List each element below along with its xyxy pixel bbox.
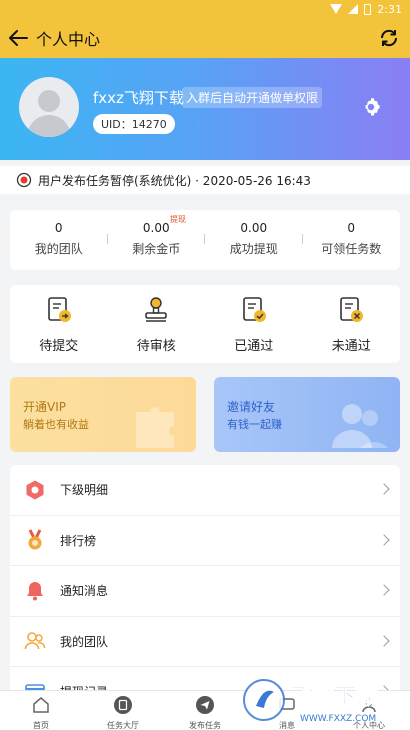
menu-item-notifications[interactable]: 通知消息 [10,566,400,617]
status-time: 2:31 [377,2,402,16]
message-icon [279,698,295,710]
withdraw-link[interactable]: 提现 [170,214,186,225]
stat-label: 我的团队 [34,242,83,256]
user-icon [362,697,376,713]
team-icon [24,632,46,650]
hexagon-icon [26,480,44,500]
avatar[interactable] [19,77,79,137]
task-label: 未通过 [331,339,371,354]
menu-list: 下级明细 排行榜 通知消息 我的团队 提现记录 [10,465,400,700]
menu-label: 我的团队 [60,634,109,649]
refresh-icon[interactable] [378,27,400,49]
nav-publish-task[interactable]: 发布任务 [164,691,246,730]
send-icon [196,696,214,714]
stat-value: 0 [347,221,356,235]
record-icon [16,172,32,188]
chevron-right-icon [378,584,390,596]
bell-icon [27,581,43,601]
task-rejected[interactable]: 未通过 [303,285,401,363]
task-label: 待提交 [39,339,79,354]
task-approved[interactable]: 已通过 [205,285,303,363]
task-pending-submit[interactable]: 待提交 [10,285,108,363]
divider [302,234,303,244]
users-icon [332,404,388,448]
nav-label: 任务大厅 [107,721,139,730]
task-label: 待审核 [136,339,176,354]
menu-item-leaderboard[interactable]: 排行榜 [10,516,400,566]
promo-title: 邀请好友 [227,400,276,414]
nav-task-hall[interactable]: 任务大厅 [82,691,164,730]
promo-subtitle: 躺着也有收益 [23,418,89,431]
page-title: 个人中心 [36,30,101,49]
nav-label: 消息 [279,721,295,730]
back-button[interactable] [0,18,36,58]
menu-label: 下级明细 [60,483,109,498]
menu-label: 通知消息 [60,584,109,599]
task-status-card: 待提交 待审核 已通过 未通过 [10,285,400,363]
nav-profile[interactable]: 个人中心 [328,691,410,730]
gear-icon[interactable] [360,96,382,118]
open-vip-banner[interactable]: 开通VIP 躺着也有收益 [10,377,196,452]
profile-banner: fxxz飞翔下载 入群后自动开通做单权限 UID：14270 [0,58,410,160]
nav-messages[interactable]: 消息 [246,691,328,730]
stat-value: 0.00 [240,221,268,235]
notice-text: 用户发布任务暂停(系统优化) · 2020-05-26 16:43 [38,173,311,188]
stat-available-tasks[interactable]: 0 可领任务数 [303,210,401,270]
divider [204,234,205,244]
puzzle-icon [136,407,174,448]
stamp-icon [145,297,168,322]
invite-friends-banner[interactable]: 邀请好友 有钱一起赚 [214,377,400,452]
clipboard-icon [114,696,132,714]
menu-item-my-team[interactable]: 我的团队 [10,617,400,667]
bottom-nav: 首页 任务大厅 发布任务 消息 个人中心 [0,690,410,730]
stat-label: 成功提现 [229,242,278,256]
document-cross-icon [340,297,364,322]
document-arrow-icon [47,297,71,322]
notice-bar[interactable]: 用户发布任务暂停(系统优化) · 2020-05-26 16:43 [0,166,410,194]
stat-value: 0.00 [142,221,170,235]
menu-label: 排行榜 [60,533,97,548]
chevron-right-icon [378,533,390,546]
battery-icon [364,3,372,15]
divider [107,234,108,244]
task-label: 已通过 [234,339,274,354]
document-check-icon [242,297,266,322]
task-pending-review[interactable]: 待审核 [108,285,206,363]
chevron-right-icon [378,483,390,495]
stats-card: 0 我的团队 0.00 剩余金币 0.00 成功提现 0 可领任务数 提现 [10,210,400,270]
app-header: 个人中心 [0,18,410,58]
wifi-icon [330,4,343,14]
status-bar: 2:31 [0,0,410,18]
stat-withdrawn[interactable]: 0.00 成功提现 [205,210,303,270]
chevron-right-icon [378,634,390,647]
stat-team[interactable]: 0 我的团队 [10,210,108,270]
uid-badge: UID：14270 [93,114,175,134]
menu-item-subordinates[interactable]: 下级明细 [10,465,400,516]
promo-subtitle: 有钱一起赚 [227,418,282,431]
arrow-left-icon [9,30,28,46]
stat-coins[interactable]: 0.00 剩余金币 [108,210,206,270]
nav-label: 首页 [33,721,49,730]
nav-home[interactable]: 首页 [0,691,82,730]
nav-label: 个人中心 [353,721,385,730]
promo-title: 开通VIP [23,400,66,414]
nickname: fxxz飞翔下载 [93,89,184,107]
cellular-icon [348,4,359,14]
stat-value: 0 [54,221,63,235]
stat-label: 剩余金币 [132,242,181,256]
home-icon [33,697,49,713]
stat-label: 可领任务数 [321,242,382,256]
nav-label: 发布任务 [189,721,221,730]
medal-icon [28,529,42,550]
permission-tag: 入群后自动开通做单权限 [182,87,323,108]
